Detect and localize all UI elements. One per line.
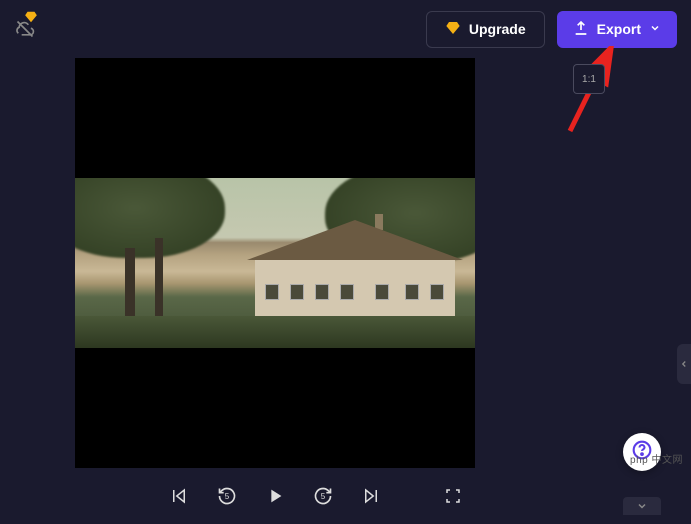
upgrade-label: Upgrade: [469, 21, 526, 37]
play-button[interactable]: [263, 484, 287, 508]
playback-controls: 5 5: [75, 468, 475, 524]
watermark: php 中文网: [630, 451, 683, 466]
chevron-left-icon: [679, 359, 689, 369]
header-left: [14, 18, 36, 40]
chevron-down-icon: [649, 21, 661, 37]
header: Upgrade Export: [0, 0, 691, 58]
skip-next-button[interactable]: [359, 484, 383, 508]
main-area: 5 5 1:1: [0, 58, 691, 524]
rewind-5-button[interactable]: 5: [215, 484, 239, 508]
skip-prev-button[interactable]: [167, 484, 191, 508]
header-right: Upgrade Export: [426, 11, 677, 48]
upload-icon: [573, 20, 589, 39]
preview-panel: 5 5: [75, 58, 475, 524]
right-edge-tab[interactable]: [677, 344, 691, 384]
export-button[interactable]: Export: [557, 11, 677, 48]
video-frame[interactable]: [75, 58, 475, 468]
export-label: Export: [597, 21, 641, 37]
aspect-ratio-button[interactable]: 1:1: [573, 64, 605, 94]
aspect-label: 1:1: [582, 74, 596, 85]
panel-expand-button[interactable]: [623, 497, 661, 515]
house-graphic: [255, 230, 455, 320]
chevron-down-icon: [636, 500, 648, 512]
upgrade-button[interactable]: Upgrade: [426, 11, 545, 48]
video-thumbnail: [75, 178, 475, 348]
diamond-icon: [445, 20, 461, 39]
forward-5-button[interactable]: 5: [311, 484, 335, 508]
diamond-icon: [24, 10, 38, 24]
fullscreen-button[interactable]: [441, 484, 465, 508]
